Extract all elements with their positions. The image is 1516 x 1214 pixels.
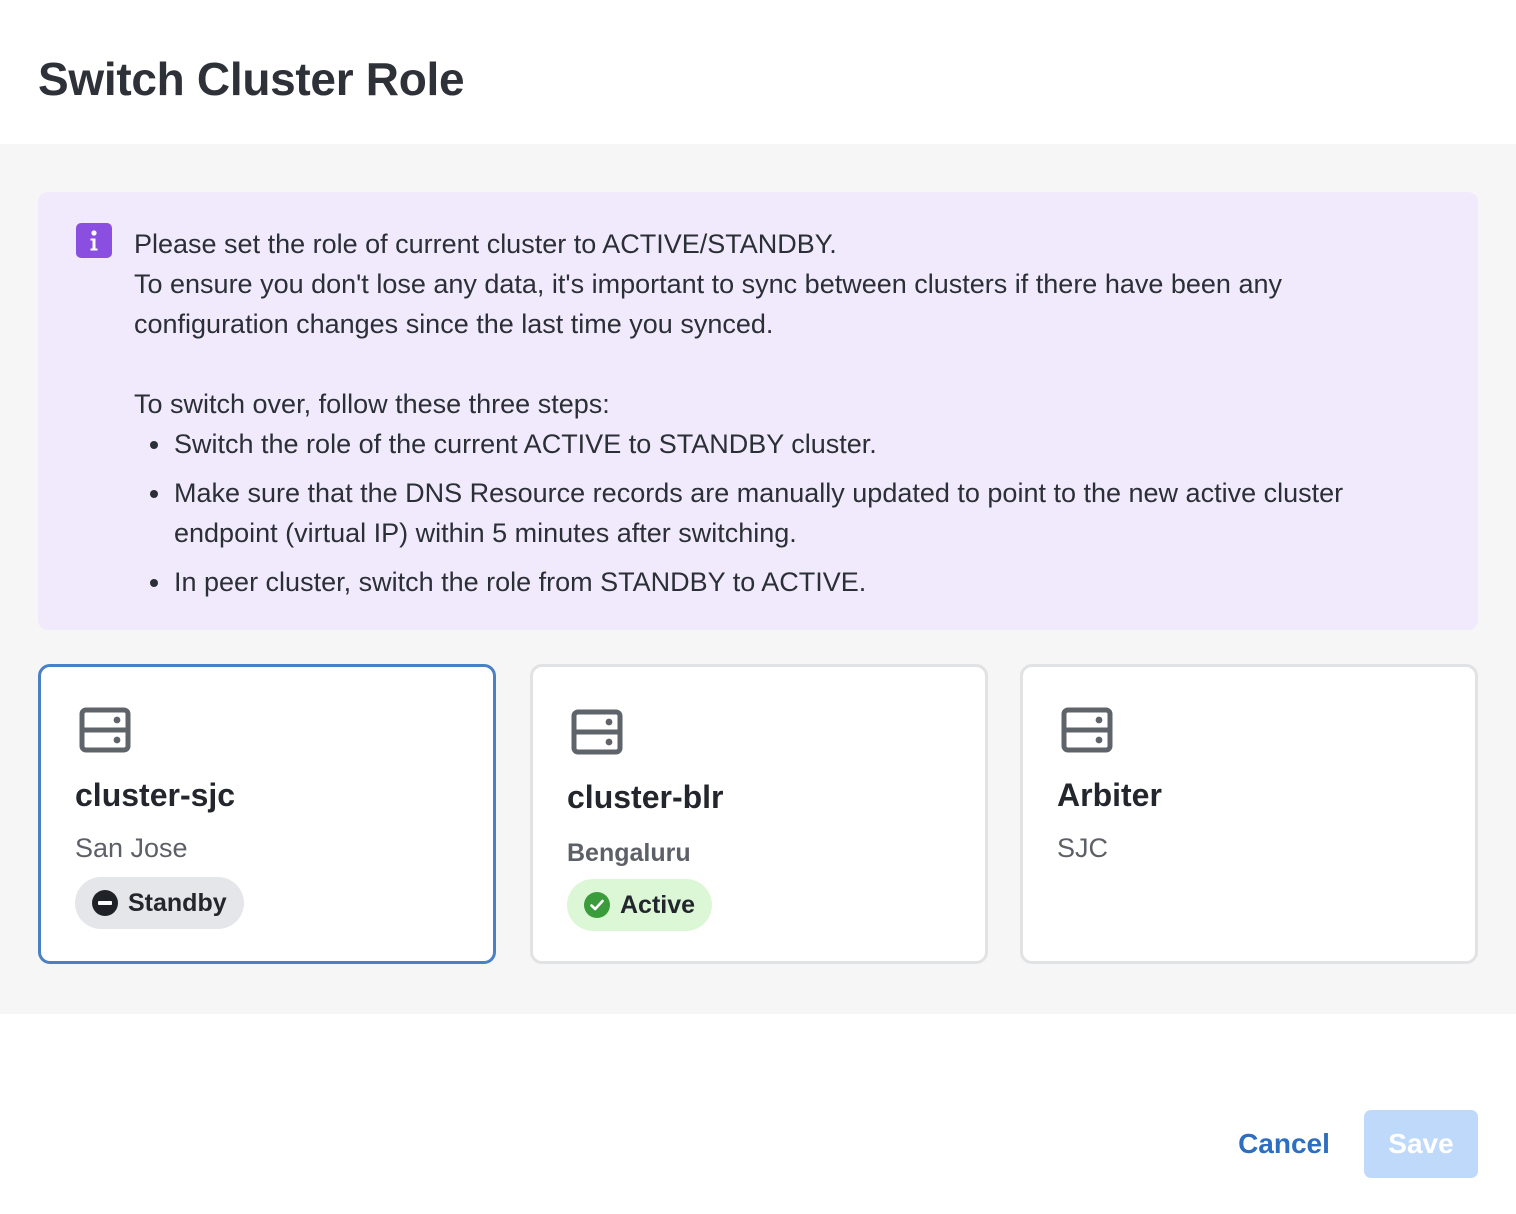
cluster-location: Bengaluru — [567, 839, 691, 867]
step-item: Make sure that the DNS Resource records … — [134, 473, 1434, 553]
cluster-card-blr[interactable]: cluster-blr Bengaluru Active — [530, 664, 988, 964]
step-item: Switch the role of the current ACTIVE to… — [134, 424, 1434, 464]
server-icon — [1061, 707, 1113, 753]
dialog-title: Switch Cluster Role — [38, 53, 465, 105]
check-circle-icon — [584, 892, 610, 918]
save-button[interactable]: Save — [1364, 1110, 1478, 1178]
status-label: Standby — [128, 888, 227, 917]
cluster-name: cluster-sjc — [75, 777, 236, 813]
cluster-card-sjc[interactable]: cluster-sjc San Jose Standby — [38, 664, 496, 964]
cluster-location: San Jose — [75, 833, 188, 863]
server-icon — [571, 709, 623, 755]
dialog-header: Switch Cluster Role — [0, 0, 1516, 144]
steps-list: Switch the role of the current ACTIVE to… — [134, 424, 1434, 602]
cluster-location: SJC — [1057, 833, 1109, 863]
cluster-name: Arbiter — [1057, 777, 1162, 813]
info-banner: Please set the role of current cluster t… — [38, 192, 1478, 630]
step-item: In peer cluster, switch the role from ST… — [134, 562, 1434, 602]
info-icon — [76, 223, 112, 258]
minus-circle-icon — [92, 890, 118, 916]
steps-intro: To switch over, follow these three steps… — [134, 389, 610, 419]
cluster-name: cluster-blr — [567, 779, 724, 815]
info-line-2: To ensure you don't lose any data, it's … — [134, 269, 1282, 339]
status-badge: Active — [567, 879, 713, 931]
status-label: Active — [620, 890, 696, 919]
cluster-card-arbiter[interactable]: Arbiter SJC — [1020, 664, 1478, 964]
info-text: Please set the role of current cluster t… — [134, 224, 1434, 611]
dialog-footer: Cancel Save — [0, 1014, 1516, 1214]
dialog-body: Please set the role of current cluster t… — [0, 144, 1516, 1014]
server-icon — [79, 707, 131, 753]
cancel-button[interactable]: Cancel — [1218, 1110, 1350, 1178]
info-line-1: Please set the role of current cluster t… — [134, 229, 837, 259]
status-badge: Standby — [75, 877, 244, 929]
